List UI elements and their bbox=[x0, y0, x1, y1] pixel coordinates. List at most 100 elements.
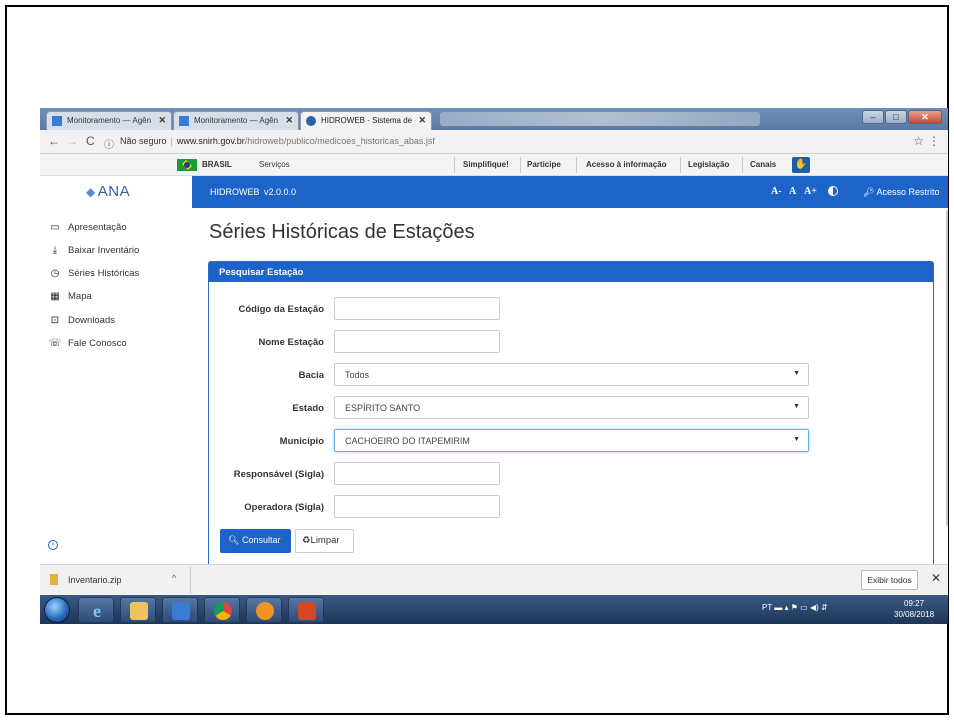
powerpoint-icon bbox=[298, 602, 316, 620]
responsavel-label: Responsável (Sigla) bbox=[233, 469, 324, 480]
operadora-label: Operadora (Sigla) bbox=[244, 502, 324, 513]
estado-select[interactable]: ESPÍRITO SANTO ▼ bbox=[334, 396, 809, 419]
system-tray: PT ▬ ▴ ⚑ ▭ ◀) ⇵ bbox=[762, 603, 828, 612]
browser-tab-active[interactable]: HIDROWEB - Sistema de ✕ bbox=[300, 111, 432, 130]
close-window-button[interactable]: ✕ bbox=[908, 110, 942, 124]
ana-logo[interactable]: ◆ ANA bbox=[86, 183, 130, 200]
maximize-button[interactable]: □ bbox=[885, 110, 907, 124]
page-scrollbar[interactable] bbox=[946, 210, 948, 526]
eraser-icon: ♻︎ bbox=[302, 535, 311, 546]
font-increase-button[interactable]: A+ bbox=[804, 186, 817, 197]
system-version: v2.0.0.0 bbox=[264, 187, 297, 197]
sidebar-item-series-historicas[interactable]: ◷ Séries Históricas bbox=[48, 268, 140, 279]
start-button[interactable] bbox=[44, 597, 70, 623]
key-icon: 🔑︎ bbox=[863, 187, 875, 197]
panel-title: Pesquisar Estação bbox=[209, 262, 933, 282]
gov-canais-link[interactable]: Canais bbox=[750, 160, 776, 169]
close-tab-icon[interactable]: ✕ bbox=[285, 115, 293, 126]
taskbar-media[interactable] bbox=[162, 597, 198, 623]
close-tab-icon[interactable]: ✕ bbox=[158, 115, 166, 126]
info-icon[interactable]: ⓘ bbox=[104, 136, 114, 151]
browser-tab[interactable]: Monitoramento — Agên ✕ bbox=[46, 111, 172, 130]
logo-area: ◆ ANA bbox=[40, 176, 192, 208]
operadora-input[interactable] bbox=[334, 495, 500, 518]
chevron-up-icon[interactable]: ^ bbox=[172, 573, 176, 583]
system-name[interactable]: HIDROWEB bbox=[210, 187, 260, 197]
taskbar-explorer[interactable] bbox=[120, 597, 156, 623]
search-icon: 🔍︎ bbox=[228, 535, 240, 545]
reload-icon[interactable]: C bbox=[86, 134, 95, 148]
address-bar: ← → C ⓘ Não seguro | www.snirh.gov.br/hidr… bbox=[40, 130, 948, 154]
monitoring-favicon-icon bbox=[179, 116, 189, 126]
taskbar-chrome[interactable] bbox=[204, 597, 240, 623]
sidebar-item-apresentacao[interactable]: ▭ Apresentação bbox=[48, 222, 126, 233]
minimize-button[interactable]: – bbox=[862, 110, 884, 124]
taskbar-powerpoint[interactable] bbox=[288, 597, 324, 623]
bacia-label: Bacia bbox=[298, 370, 324, 381]
sidebar-item-baixar-inventario[interactable]: ⤓ Baixar Inventário bbox=[48, 245, 140, 256]
sidebar-item-downloads[interactable]: ⊡ Downloads bbox=[48, 315, 115, 326]
dropdown-caret-icon: ▼ bbox=[793, 403, 800, 410]
accessibility-hand-icon[interactable]: ✋ bbox=[792, 157, 810, 173]
sidebar-item-mapa[interactable]: ▦ Mapa bbox=[48, 291, 92, 302]
window-controls: – □ ✕ bbox=[862, 110, 942, 124]
show-all-downloads-button[interactable]: Exibir todos bbox=[861, 570, 918, 590]
downloads-bar: Inventario.zip ^ Exibir todos ✕ bbox=[40, 564, 948, 595]
sidebar-item-fale-conosco[interactable]: ☏ Fale Conosco bbox=[48, 338, 127, 349]
municipio-label: Município bbox=[279, 436, 324, 447]
codigo-input[interactable] bbox=[334, 297, 500, 320]
taskbar-app[interactable] bbox=[246, 597, 282, 623]
bacia-select[interactable]: Todos ▼ bbox=[334, 363, 809, 386]
limpar-button[interactable]: ♻︎Limpar bbox=[295, 529, 354, 553]
contrast-icon[interactable] bbox=[828, 186, 838, 196]
nome-label: Nome Estação bbox=[258, 337, 324, 348]
font-normal-button[interactable]: A bbox=[789, 186, 796, 197]
responsavel-input[interactable] bbox=[334, 462, 500, 485]
gov-simplifique-link[interactable]: Simplifique! bbox=[463, 160, 509, 169]
dropdown-caret-icon: ▼ bbox=[793, 370, 800, 377]
brazil-flag-icon bbox=[177, 159, 197, 171]
divider bbox=[454, 157, 455, 173]
downloads-icon: ⊡ bbox=[50, 315, 60, 326]
gov-acesso-informacao-link[interactable]: Acesso à informação bbox=[586, 160, 666, 169]
map-icon: ▦ bbox=[50, 291, 60, 302]
clock[interactable]: 09:27 30/08/2018 bbox=[894, 598, 934, 620]
folder-icon bbox=[130, 602, 148, 620]
bookmark-star-icon[interactable]: ☆ bbox=[913, 134, 924, 148]
main-content: Séries Históricas de Estações Pesquisar … bbox=[192, 208, 948, 571]
orange-app-icon bbox=[256, 602, 274, 620]
browser-menu-icon[interactable]: ⋮ bbox=[928, 134, 940, 148]
sidebar: ▭ Apresentação ⤓ Baixar Inventário ◷ Séries… bbox=[40, 208, 192, 568]
clock-time: 09:27 bbox=[904, 599, 925, 608]
search-panel: Pesquisar Estação Código da Estação Nome… bbox=[208, 261, 934, 571]
browser-screenshot: Monitoramento — Agên ✕ Monitoramento — A… bbox=[40, 108, 948, 624]
restricted-access-link[interactable]: 🔑︎ Acesso Restrito bbox=[863, 187, 939, 198]
gov-participe-link[interactable]: Participe bbox=[527, 160, 561, 169]
close-downloads-bar-icon[interactable]: ✕ bbox=[931, 571, 941, 585]
url-field[interactable]: Não seguro | www.snirh.gov.br/hidroweb/pub… bbox=[120, 136, 435, 146]
consultar-button[interactable]: 🔍︎ Consultar bbox=[220, 529, 291, 553]
font-decrease-button[interactable]: A- bbox=[771, 186, 782, 197]
chrome-icon bbox=[214, 602, 232, 620]
blurred-window-title bbox=[440, 112, 760, 126]
municipio-select[interactable]: CACHOEIRO DO ITAPEMIRIM ▼ bbox=[334, 429, 809, 452]
gov-brasil-link[interactable]: BRASIL bbox=[202, 160, 232, 169]
language-indicator[interactable]: PT bbox=[762, 603, 772, 612]
internet-explorer-icon: e bbox=[93, 601, 101, 621]
close-tab-icon[interactable]: ✕ bbox=[418, 115, 426, 126]
gov-legislacao-link[interactable]: Legislação bbox=[688, 160, 729, 169]
download-item[interactable]: Inventario.zip bbox=[50, 574, 122, 585]
taskbar-ie[interactable]: e bbox=[78, 597, 114, 623]
zip-file-icon bbox=[50, 574, 58, 585]
divider bbox=[576, 157, 577, 173]
gov-services-link[interactable]: Serviços bbox=[259, 160, 290, 169]
browser-tab[interactable]: Monitoramento — Agên ✕ bbox=[173, 111, 299, 130]
history-icon: ◷ bbox=[50, 268, 60, 279]
nome-input[interactable] bbox=[334, 330, 500, 353]
back-arrow-icon[interactable]: ← bbox=[48, 134, 60, 148]
contact-icon: ☏ bbox=[48, 338, 62, 349]
download-icon: ⤓ bbox=[52, 245, 58, 256]
collapse-sidebar-icon[interactable]: ‹ bbox=[48, 540, 58, 550]
forward-arrow-icon[interactable]: → bbox=[66, 134, 78, 148]
tray-icons: ▬ ▴ ⚑ ▭ ◀) ⇵ bbox=[774, 603, 828, 612]
